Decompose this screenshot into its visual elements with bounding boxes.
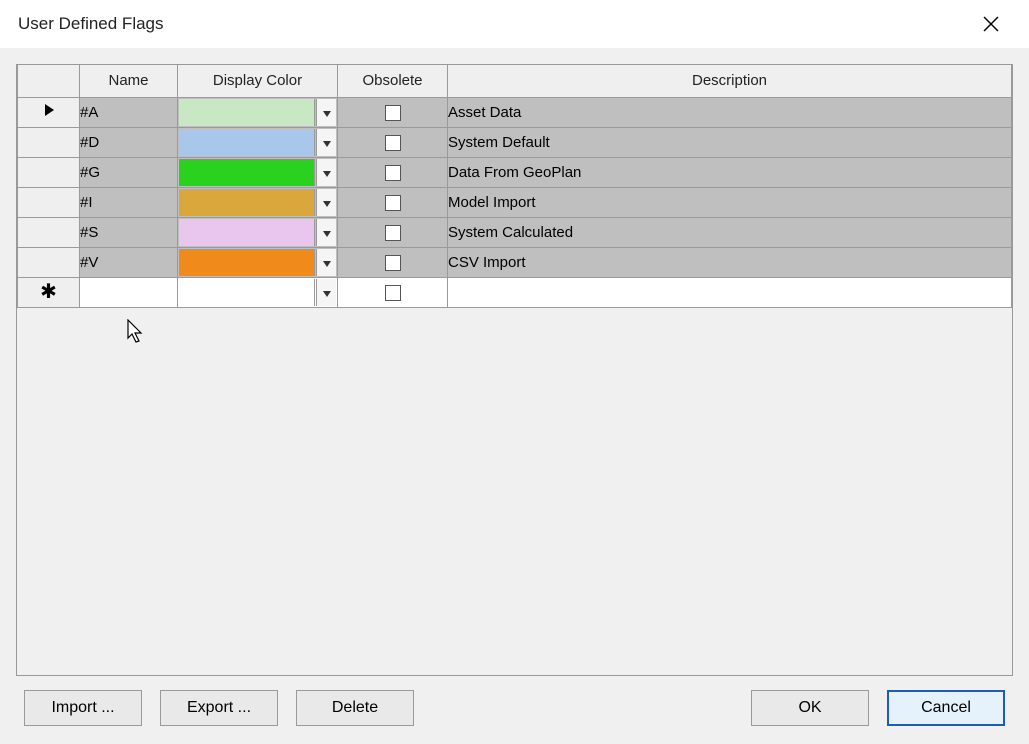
cell-obsolete[interactable]: [338, 277, 448, 307]
cell-obsolete[interactable]: [338, 157, 448, 187]
color-swatch: [179, 249, 315, 276]
color-dropdown-button[interactable]: [316, 219, 336, 246]
cell-description[interactable]: Data From GeoPlan: [448, 157, 1012, 187]
cancel-button[interactable]: Cancel: [887, 690, 1005, 726]
current-row-icon: [43, 104, 55, 121]
table-row[interactable]: #G Data From GeoPlan: [18, 157, 1012, 187]
cell-obsolete[interactable]: [338, 97, 448, 127]
grid-container: Name Display Color Obsolete Description …: [16, 64, 1013, 676]
dialog-window: User Defined Flags Name Display Color Ob: [0, 0, 1029, 744]
obsolete-checkbox[interactable]: [385, 285, 401, 301]
button-bar: Import ... Export ... Delete OK Cancel: [16, 676, 1013, 736]
color-swatch: [179, 189, 315, 216]
row-selector[interactable]: [18, 157, 80, 187]
obsolete-checkbox[interactable]: [385, 105, 401, 121]
row-selector[interactable]: [18, 127, 80, 157]
titlebar: User Defined Flags: [0, 0, 1029, 48]
client-area: Name Display Color Obsolete Description …: [0, 48, 1029, 744]
chevron-down-icon: [323, 194, 331, 211]
color-dropdown-button[interactable]: [316, 159, 336, 186]
cell-display-color[interactable]: [178, 247, 338, 277]
obsolete-checkbox[interactable]: [385, 165, 401, 181]
chevron-down-icon: [323, 164, 331, 181]
row-selector[interactable]: [18, 217, 80, 247]
obsolete-checkbox[interactable]: [385, 225, 401, 241]
header-row: Name Display Color Obsolete Description: [18, 65, 1012, 97]
cell-obsolete[interactable]: [338, 187, 448, 217]
new-row[interactable]: ✱: [18, 277, 1012, 307]
color-dropdown-button[interactable]: [316, 249, 336, 276]
color-swatch: [179, 219, 315, 246]
header-display-color[interactable]: Display Color: [178, 65, 338, 97]
cell-obsolete[interactable]: [338, 127, 448, 157]
obsolete-checkbox[interactable]: [385, 195, 401, 211]
obsolete-checkbox[interactable]: [385, 255, 401, 271]
window-title: User Defined Flags: [18, 14, 971, 34]
row-selector[interactable]: ✱: [18, 277, 80, 307]
color-swatch: [179, 129, 315, 156]
ok-button[interactable]: OK: [751, 690, 869, 726]
header-obsolete[interactable]: Obsolete: [338, 65, 448, 97]
cell-name[interactable]: #A: [80, 97, 178, 127]
header-name[interactable]: Name: [80, 65, 178, 97]
row-selector[interactable]: [18, 187, 80, 217]
cell-description[interactable]: Model Import: [448, 187, 1012, 217]
cell-display-color[interactable]: [178, 97, 338, 127]
cell-name[interactable]: [80, 277, 178, 307]
cell-obsolete[interactable]: [338, 247, 448, 277]
delete-button[interactable]: Delete: [296, 690, 414, 726]
table-row[interactable]: #S System Calculated: [18, 217, 1012, 247]
chevron-down-icon: [323, 224, 331, 241]
cell-description[interactable]: [448, 277, 1012, 307]
flags-table: Name Display Color Obsolete Description …: [17, 65, 1012, 308]
color-dropdown-button[interactable]: [316, 189, 336, 216]
chevron-down-icon: [323, 254, 331, 271]
cell-obsolete[interactable]: [338, 217, 448, 247]
header-rowselector: [18, 65, 80, 97]
header-description[interactable]: Description: [448, 65, 1012, 97]
cell-name[interactable]: #D: [80, 127, 178, 157]
row-selector[interactable]: [18, 247, 80, 277]
cell-description[interactable]: Asset Data: [448, 97, 1012, 127]
color-dropdown-button[interactable]: [316, 129, 336, 156]
cell-description[interactable]: System Calculated: [448, 217, 1012, 247]
table-row[interactable]: #V CSV Import: [18, 247, 1012, 277]
import-button[interactable]: Import ...: [24, 690, 142, 726]
row-selector[interactable]: [18, 97, 80, 127]
cell-display-color[interactable]: [178, 127, 338, 157]
chevron-down-icon: [323, 134, 331, 151]
cell-display-color[interactable]: [178, 277, 338, 307]
close-button[interactable]: [971, 4, 1011, 44]
color-dropdown-button[interactable]: [316, 99, 336, 126]
table-row[interactable]: #I Model Import: [18, 187, 1012, 217]
export-button[interactable]: Export ...: [160, 690, 278, 726]
chevron-down-icon: [323, 104, 331, 121]
cell-name[interactable]: #I: [80, 187, 178, 217]
cell-name[interactable]: #G: [80, 157, 178, 187]
cell-description[interactable]: CSV Import: [448, 247, 1012, 277]
obsolete-checkbox[interactable]: [385, 135, 401, 151]
table-row[interactable]: #A Asset Data: [18, 97, 1012, 127]
table-row[interactable]: #D System Default: [18, 127, 1012, 157]
color-swatch: [179, 279, 315, 306]
cell-name[interactable]: #V: [80, 247, 178, 277]
cell-display-color[interactable]: [178, 217, 338, 247]
cell-name[interactable]: #S: [80, 217, 178, 247]
new-row-icon: ✱: [40, 281, 57, 303]
cell-description[interactable]: System Default: [448, 127, 1012, 157]
close-icon: [983, 16, 999, 32]
cell-display-color[interactable]: [178, 157, 338, 187]
color-dropdown-button[interactable]: [316, 279, 336, 306]
color-swatch: [179, 99, 315, 126]
chevron-down-icon: [323, 284, 331, 301]
color-swatch: [179, 159, 315, 186]
cell-display-color[interactable]: [178, 187, 338, 217]
